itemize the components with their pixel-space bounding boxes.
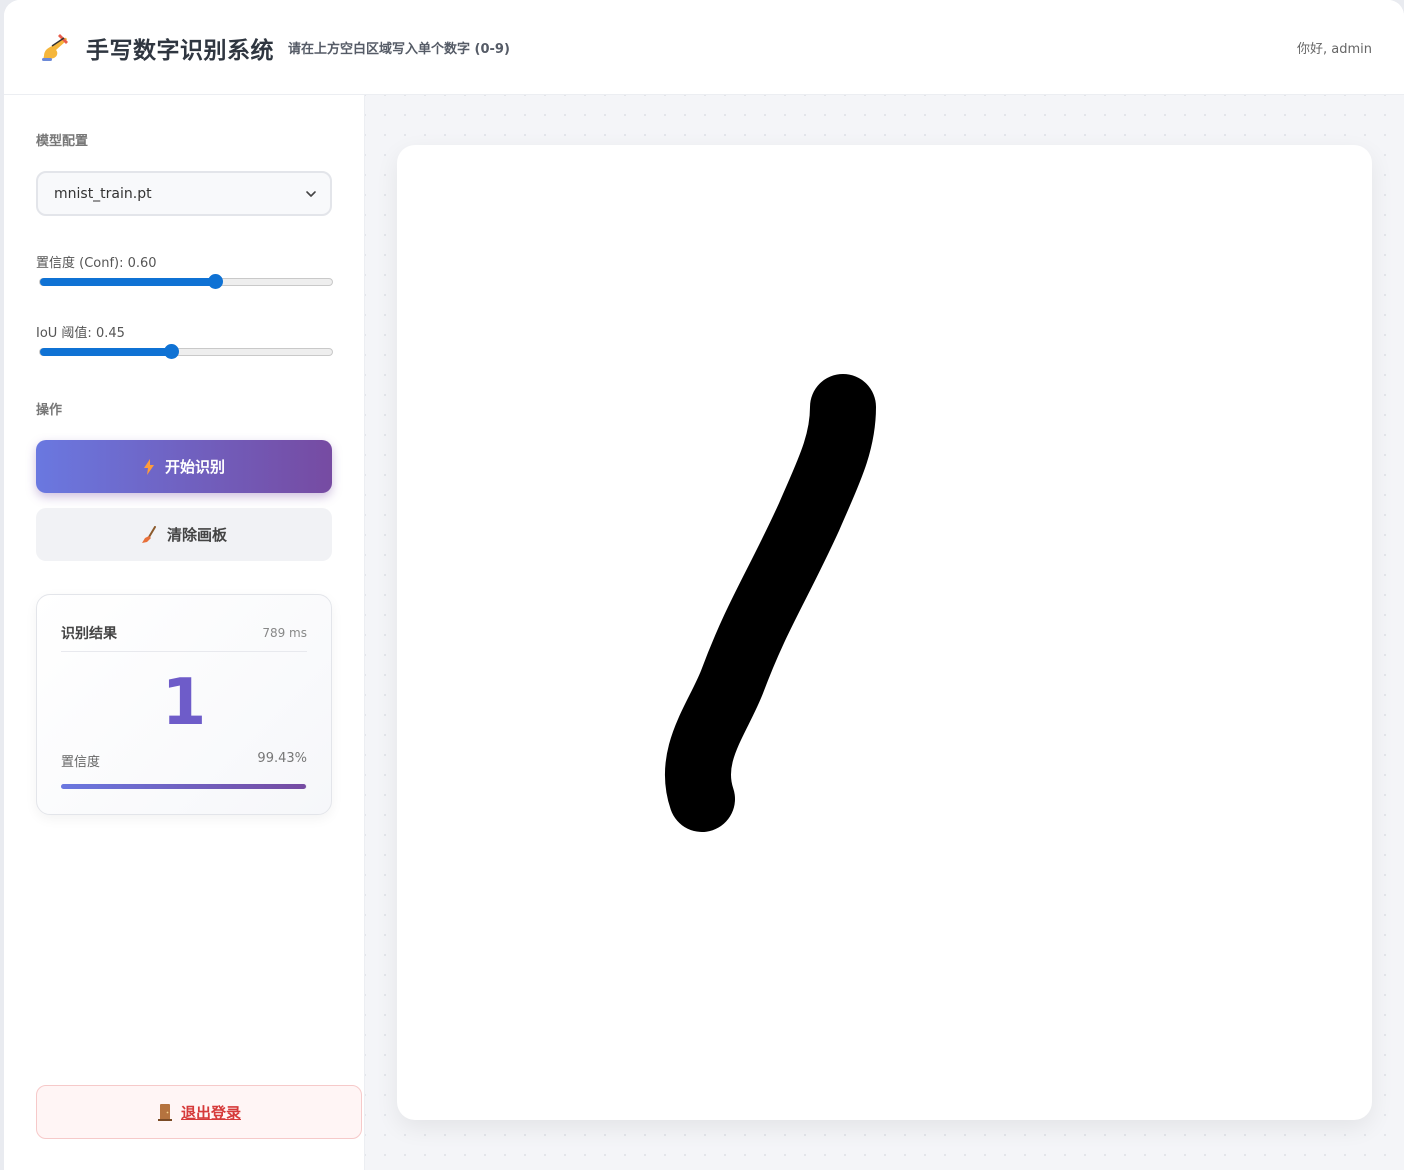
actions-section-label: 操作 [36, 403, 63, 418]
confidence-bar [61, 784, 307, 789]
iou-slider[interactable] [39, 344, 333, 359]
clear-canvas-button[interactable]: 清除画板 [36, 508, 332, 561]
iou-slider-label: IoU 阈值: 0.45 [36, 326, 125, 341]
logout-button[interactable]: 退出登录 [36, 1085, 362, 1139]
result-title: 识别结果 [61, 626, 117, 642]
handwritten-stroke [664, 374, 876, 832]
app-title: 手写数字识别系统 [86, 38, 274, 64]
model-select[interactable]: mnist_train.pt [36, 171, 332, 216]
model-select-value: mnist_train.pt [54, 185, 152, 202]
iou-slider-thumb[interactable] [164, 344, 180, 359]
conf-slider-thumb[interactable] [208, 274, 224, 289]
user-greeting: 你好, admin [1297, 42, 1372, 57]
logout-label: 退出登录 [180, 1103, 241, 1122]
result-card: 识别结果 789 ms 1 置信度 99.43% [36, 594, 332, 815]
app-subtitle: 请在上方空白区域写入单个数字 (0-9) [288, 42, 510, 57]
lightning-icon [143, 458, 154, 475]
workspace [365, 95, 1404, 1170]
drawing-canvas[interactable] [397, 145, 1372, 1120]
model-section-label: 模型配置 [36, 134, 89, 149]
conf-slider[interactable] [39, 274, 333, 289]
header: 手写数字识别系统 请在上方空白区域写入单个数字 (0-9) 你好, admin [4, 0, 1404, 95]
result-divider [61, 651, 307, 652]
confidence-value: 99.43% [257, 751, 307, 766]
conf-slider-label: 置信度 (Conf): 0.60 [36, 256, 157, 271]
broom-icon [141, 525, 156, 543]
result-time: 789 ms [262, 626, 307, 640]
writing-hand-icon [42, 34, 68, 61]
clear-canvas-label: 清除画板 [166, 526, 227, 544]
conf-slider-fill [40, 278, 216, 286]
start-recognition-button[interactable]: 开始识别 [36, 440, 332, 493]
iou-slider-fill [40, 348, 172, 356]
result-digit: 1 [161, 666, 207, 740]
sidebar: 模型配置 mnist_train.pt 置信度 (Conf): 0.60 IoU… [4, 95, 365, 1170]
chevron-down-icon [306, 191, 316, 197]
app-window: 手写数字识别系统 请在上方空白区域写入单个数字 (0-9) 你好, admin … [4, 0, 1404, 1170]
door-icon [157, 1104, 172, 1121]
confidence-label: 置信度 [61, 755, 101, 770]
confidence-bar-fill [61, 784, 306, 789]
start-recognition-label: 开始识别 [164, 458, 225, 476]
